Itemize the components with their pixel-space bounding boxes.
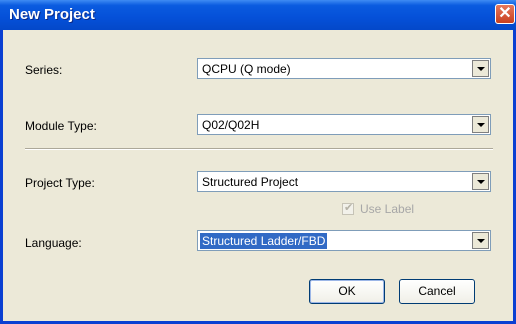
close-icon: ✕ bbox=[498, 5, 512, 22]
series-select[interactable]: QCPU (Q mode) bbox=[197, 58, 491, 79]
language-select[interactable]: Structured Ladder/FBD bbox=[197, 230, 491, 251]
separator bbox=[25, 148, 493, 150]
use-label-text: Use Label bbox=[360, 202, 415, 216]
chevron-down-icon[interactable] bbox=[472, 116, 489, 133]
use-label-checkbox[interactable] bbox=[342, 201, 354, 215]
project-type-value: Structured Project bbox=[202, 175, 299, 189]
language-value: Structured Ladder/FBD bbox=[200, 233, 328, 249]
chevron-down-icon[interactable] bbox=[472, 232, 489, 249]
module-type-select[interactable]: Q02/Q02H bbox=[197, 114, 491, 135]
dialog-title: New Project bbox=[9, 6, 95, 23]
project-type-label: Project Type: bbox=[25, 176, 95, 190]
chevron-down-icon[interactable] bbox=[472, 173, 489, 190]
series-value: QCPU (Q mode) bbox=[202, 62, 291, 76]
project-type-select[interactable]: Structured Project bbox=[197, 171, 491, 192]
language-label: Language: bbox=[25, 236, 82, 250]
cancel-button[interactable]: Cancel bbox=[399, 279, 475, 304]
series-label: Series: bbox=[25, 63, 63, 77]
module-type-value: Q02/Q02H bbox=[202, 118, 260, 132]
chevron-down-icon[interactable] bbox=[472, 60, 489, 77]
module-type-label: Module Type: bbox=[25, 119, 97, 133]
title-bar[interactable]: New Project ✕ bbox=[0, 0, 516, 30]
ok-button[interactable]: OK bbox=[309, 279, 385, 304]
new-project-dialog: New Project ✕ Series: QCPU (Q mode) Modu… bbox=[0, 0, 516, 324]
close-button[interactable]: ✕ bbox=[495, 4, 515, 24]
